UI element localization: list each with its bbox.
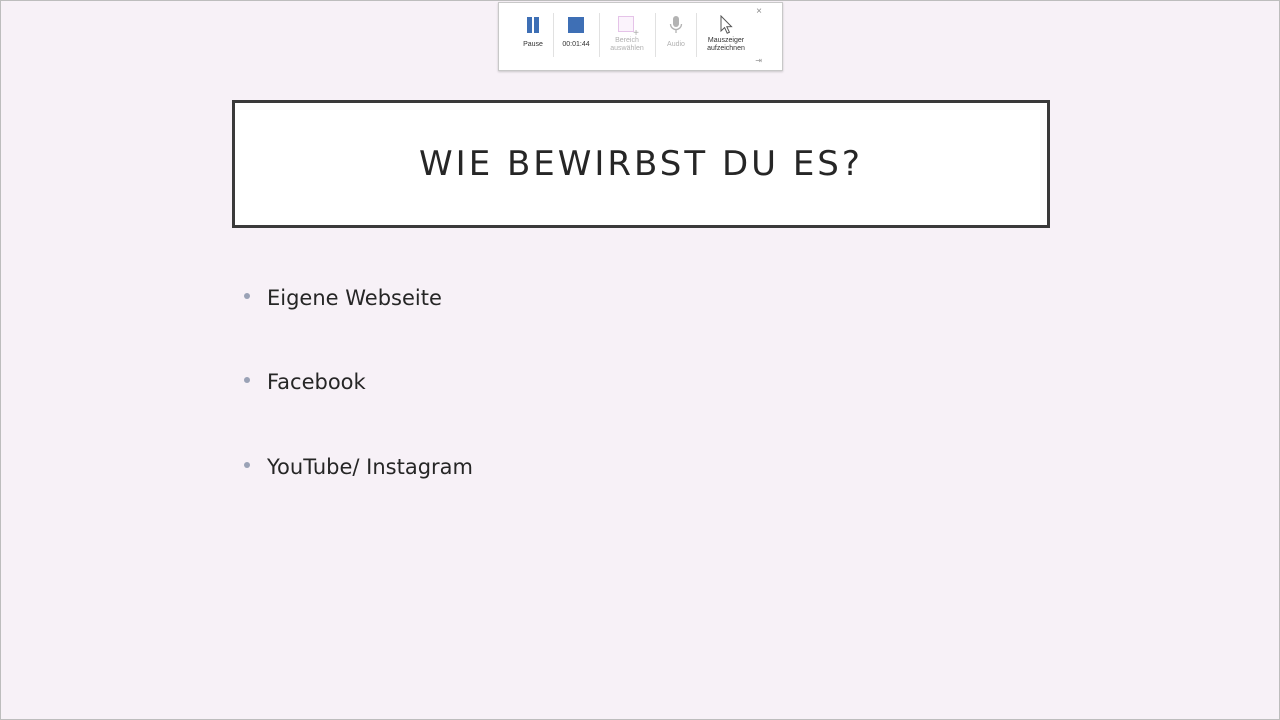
recording-toolbar: Pause 00:01:44 + Bereich auswählen Audio… <box>498 2 783 71</box>
bullet-icon <box>244 462 250 468</box>
close-icon[interactable]: × <box>756 7 762 17</box>
slide-title-box: Wie bewirbst du es? <box>232 100 1050 228</box>
select-area-button[interactable]: + Bereich auswählen <box>603 3 651 63</box>
bullet-text: Eigene Webseite <box>267 286 442 310</box>
bullet-icon <box>244 377 250 383</box>
select-area-icon: + <box>617 15 639 39</box>
record-pointer-label: Mauszeiger aufzeichnen <box>707 37 745 52</box>
pause-icon <box>523 15 543 35</box>
mouse-pointer-icon <box>716 14 736 35</box>
slide-title: Wie bewirbst du es? <box>419 144 863 184</box>
toolbar-separator <box>553 13 554 57</box>
stop-button[interactable]: 00:01:44 <box>556 3 596 63</box>
audio-label: Audio <box>667 41 685 48</box>
record-pointer-button[interactable]: Mauszeiger aufzeichnen <box>700 3 752 63</box>
select-area-label: Bereich auswählen <box>610 37 644 52</box>
toolbar-separator <box>599 13 600 57</box>
pin-icon[interactable]: ⇥ <box>755 57 762 65</box>
bullet-text: YouTube/ Instagram <box>267 455 473 479</box>
bullet-text: Facebook <box>267 370 366 394</box>
pause-button[interactable]: Pause <box>513 3 553 63</box>
stop-icon <box>566 15 586 35</box>
pause-label: Pause <box>523 41 543 48</box>
presentation-slide: Pause 00:01:44 + Bereich auswählen Audio… <box>0 0 1280 720</box>
microphone-icon <box>666 15 686 35</box>
audio-button[interactable]: Audio <box>658 3 694 63</box>
toolbar-separator <box>696 13 697 57</box>
recording-timer: 00:01:44 <box>562 41 590 48</box>
toolbar-separator <box>655 13 656 57</box>
bullet-icon <box>244 293 250 299</box>
